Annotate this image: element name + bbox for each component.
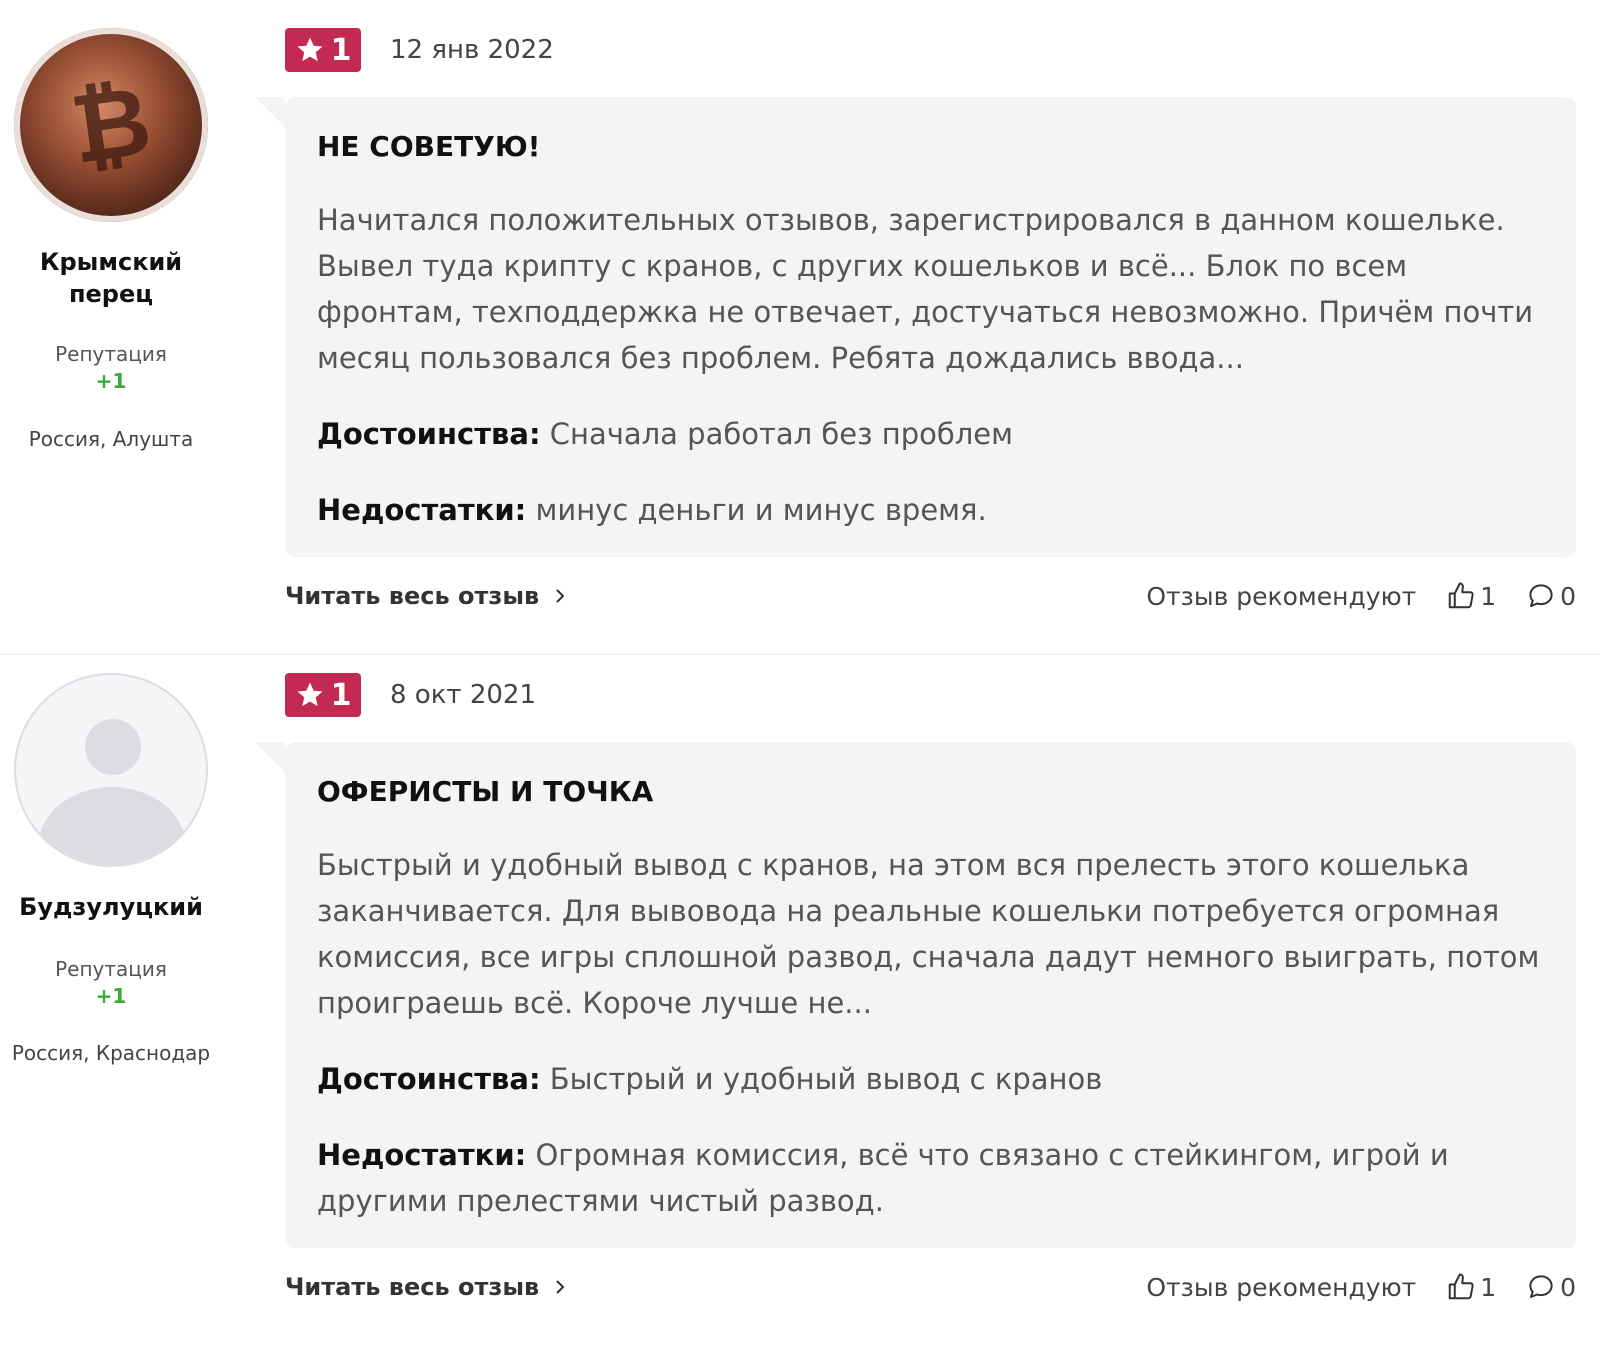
reputation-label: Репутация [55, 957, 167, 981]
user-icon-head [85, 719, 141, 775]
pros-label: Достоинства: [317, 1062, 541, 1096]
review-footer: Читать весь отзыв Отзыв рекомендуют 1 0 [285, 576, 1576, 616]
likes-count: 1 [1480, 581, 1497, 611]
reputation-label: Репутация [55, 342, 167, 366]
chevron-right-icon [556, 589, 565, 603]
comment-icon [1529, 1275, 1553, 1298]
thumbs-up-icon [1448, 582, 1474, 609]
review-cons: Недостатки: минус деньги и минус время. [317, 487, 1542, 533]
review-pros: Достоинства: Быстрый и удобный вывод с к… [317, 1056, 1542, 1102]
rating-badge: 1 [285, 28, 361, 72]
comments-button[interactable]: 0 [1526, 1272, 1576, 1302]
reputation-value: +1 [95, 984, 127, 1008]
recommend-label: Отзыв рекомендуют [1146, 581, 1417, 611]
pros-text: Сначала работал без проблем [549, 417, 1014, 451]
like-button[interactable]: 1 [1446, 581, 1496, 611]
review-card: Будзулуцкий Репутация +1 Россия, Краснод… [0, 657, 1600, 1345]
bitcoin-icon: ₿ [64, 64, 158, 186]
comment-icon [1529, 584, 1553, 607]
review-text: Быстрый и удобный вывод с кранов, на это… [317, 848, 1540, 1020]
chevron-right-icon [556, 1280, 565, 1294]
like-button[interactable]: 1 [1446, 1272, 1496, 1302]
rating-badge: 1 [285, 673, 361, 717]
comments-count: 0 [1560, 581, 1576, 611]
read-full-review-link[interactable]: Читать весь отзыв [285, 1267, 567, 1307]
avatar[interactable] [14, 673, 208, 867]
thumbs-up-icon [1448, 1273, 1474, 1300]
review-date: 8 окт 2021 [390, 680, 536, 710]
comments-button[interactable]: 0 [1526, 581, 1576, 611]
user-icon-body [38, 787, 186, 865]
star-icon [297, 682, 323, 707]
read-more-label: Читать весь отзыв [285, 1273, 540, 1301]
author-location: Россия, Алушта [28, 427, 194, 451]
avatar[interactable]: ₿ [14, 28, 208, 222]
cons-text: минус деньги и минус время. [535, 493, 987, 527]
recommend-bar: Отзыв рекомендуют 1 0 [1146, 576, 1576, 616]
review-title: ОФЕРИСТЫ И ТОЧКА [317, 775, 654, 808]
review-text: Начитался положительных отзывов, зарегис… [317, 203, 1534, 375]
review-pros: Достоинства: Сначала работал без проблем [317, 411, 1542, 457]
review-date: 12 янв 2022 [390, 35, 554, 65]
star-icon [297, 37, 323, 62]
author-name[interactable]: Крымский перец [0, 246, 222, 310]
comments-count: 0 [1560, 1272, 1576, 1302]
review-cons: Недостатки: Огромная комиссия, всё что с… [317, 1132, 1542, 1224]
read-more-label: Читать весь отзыв [285, 582, 540, 610]
review-title: НЕ СОВЕТУЮ! [317, 130, 541, 163]
cons-label: Недостатки: [317, 1138, 527, 1172]
pros-text: Быстрый и удобный вывод с кранов [549, 1062, 1103, 1096]
author-name[interactable]: Будзулуцкий [0, 891, 222, 923]
rating-value: 1 [330, 677, 352, 713]
recommend-bar: Отзыв рекомендуют 1 0 [1146, 1267, 1576, 1307]
cons-label: Недостатки: [317, 493, 527, 527]
likes-count: 1 [1480, 1272, 1497, 1302]
reputation-value: +1 [95, 369, 127, 393]
rating-value: 1 [330, 32, 352, 68]
pros-label: Достоинства: [317, 417, 541, 451]
read-full-review-link[interactable]: Читать весь отзыв [285, 576, 567, 616]
author-location: Россия, Краснодар [11, 1041, 211, 1065]
review-body: НЕ СОВЕТУЮ! Начитался положительных отзы… [255, 97, 1576, 557]
review-footer: Читать весь отзыв Отзыв рекомендуют 1 0 [285, 1267, 1576, 1307]
review-card: ₿ Крымский перец Репутация +1 Россия, Ал… [0, 0, 1600, 655]
review-body: ОФЕРИСТЫ И ТОЧКА Быстрый и удобный вывод… [255, 742, 1576, 1248]
recommend-label: Отзыв рекомендуют [1146, 1272, 1417, 1302]
